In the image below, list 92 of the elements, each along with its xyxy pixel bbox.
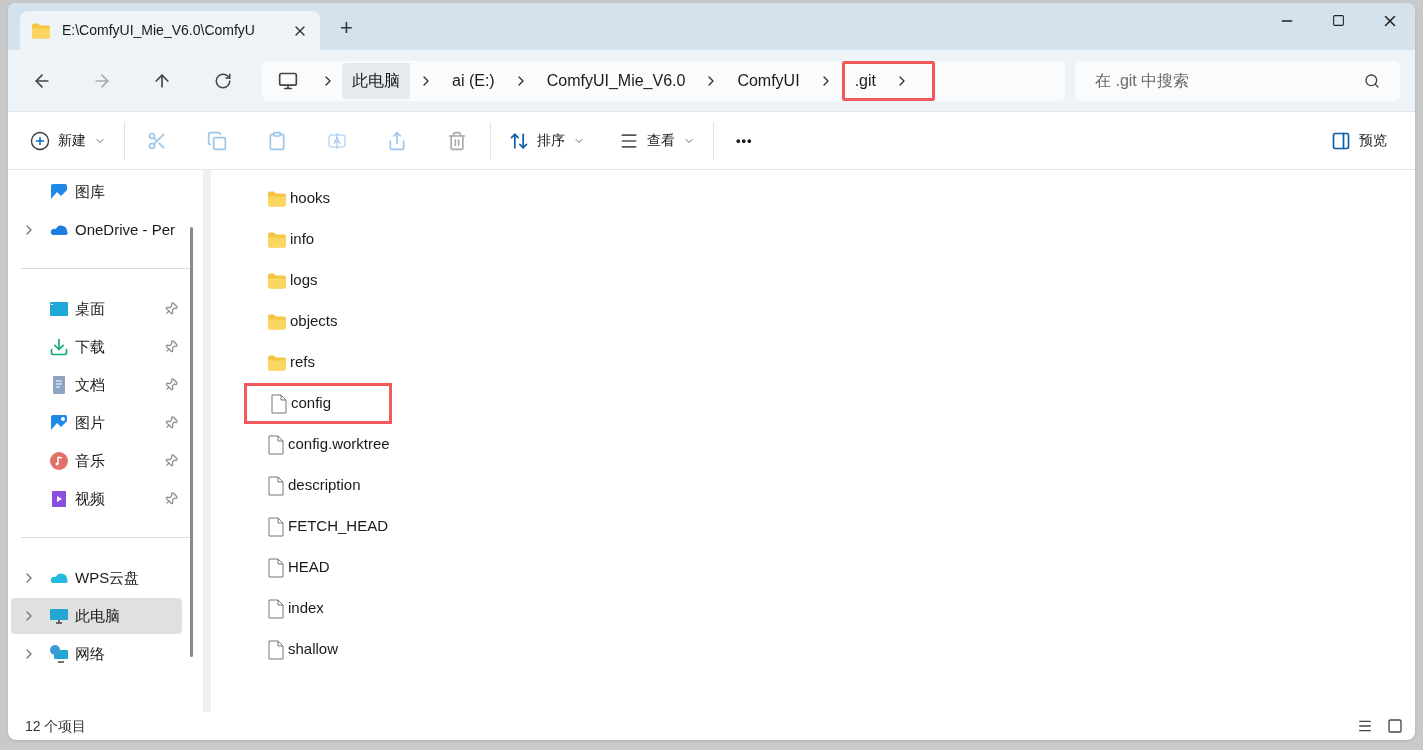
file-name: objects — [290, 311, 338, 332]
file-item[interactable]: shallow — [244, 629, 392, 670]
sidebar-item[interactable]: 下载 — [11, 329, 182, 365]
refresh-icon[interactable] — [214, 71, 232, 90]
file-name: HEAD — [288, 557, 330, 578]
file-icon — [271, 393, 287, 414]
folder-icon — [268, 313, 286, 330]
sidebar-label: 文档 — [75, 374, 106, 395]
monitor-icon — [49, 606, 69, 626]
sidebar-label: 图片 — [75, 412, 106, 433]
file-item[interactable]: index — [244, 588, 392, 629]
file-item[interactable]: HEAD — [244, 547, 392, 588]
sidebar-item[interactable]: 图片 — [11, 405, 182, 441]
file-item[interactable]: FETCH_HEAD — [244, 506, 392, 547]
music-icon — [49, 451, 69, 471]
search-placeholder: 在 .git 中搜索 — [1095, 70, 1191, 91]
desktop-icon — [49, 299, 69, 319]
breadcrumb[interactable]: .git — [844, 62, 886, 99]
sidebar-label: 下载 — [75, 336, 106, 357]
file-name: description — [288, 475, 361, 496]
sidebar-item[interactable]: 桌面 — [11, 291, 182, 327]
file-item[interactable]: refs — [244, 342, 392, 383]
file-name: shallow — [288, 639, 339, 660]
maximize-icon[interactable] — [1332, 14, 1345, 27]
folder-icon — [268, 190, 286, 207]
file-icon — [268, 598, 284, 619]
sidebar-label: 视频 — [75, 488, 106, 509]
sidebar-label: 图库 — [75, 181, 106, 202]
sidebar-label: 桌面 — [75, 298, 106, 319]
file-item[interactable]: config — [244, 383, 392, 424]
folder-icon — [32, 22, 50, 39]
network-icon — [49, 644, 69, 664]
sidebar-label: WPS云盘 — [75, 567, 141, 588]
sidebar-item[interactable]: 网络 — [11, 636, 182, 672]
search-field[interactable]: 在 .git 中搜索 — [1075, 60, 1400, 101]
breadcrumb[interactable]: ComfyUI_Mie_V6.0 — [536, 62, 696, 99]
sidebar-item[interactable]: 此电脑 — [11, 598, 182, 634]
sidebar-item[interactable]: OneDrive - Per — [11, 212, 182, 248]
preview-pane-icon — [1331, 130, 1351, 151]
file-item[interactable]: config.worktree — [244, 424, 392, 465]
tiles-view-icon[interactable] — [1387, 718, 1403, 734]
sidebar-item[interactable]: 文档 — [11, 367, 182, 403]
file-icon — [268, 475, 284, 496]
file-name: config.worktree — [288, 434, 390, 455]
breadcrumb[interactable]: 此电脑 — [342, 62, 410, 99]
sidebar-label: 此电脑 — [75, 605, 121, 626]
sidebar-item[interactable]: 图库 — [11, 174, 182, 210]
sidebar-label: OneDrive - Per — [75, 219, 177, 240]
file-icon — [268, 557, 284, 578]
file-name: refs — [290, 352, 315, 373]
file-icon — [268, 639, 284, 660]
details-view-icon[interactable] — [1357, 718, 1373, 734]
new-button[interactable]: 新建 — [30, 130, 106, 151]
file-name: config — [291, 393, 332, 414]
file-icon — [268, 516, 284, 537]
file-item[interactable]: description — [244, 465, 392, 506]
address-bar[interactable]: 此电脑 ai (E:) ComfyUI_Mie_V6.0 ComfyUI .git — [262, 60, 1065, 101]
sidebar-label: 音乐 — [75, 450, 106, 471]
computer-icon — [278, 70, 298, 91]
file-item[interactable]: hooks — [244, 178, 392, 219]
file-name: FETCH_HEAD — [288, 516, 388, 537]
folder-icon — [268, 231, 286, 248]
delete-icon[interactable] — [447, 130, 467, 151]
file-item[interactable]: info — [244, 219, 392, 260]
search-icon — [1364, 72, 1380, 89]
more-button[interactable]: ••• — [736, 130, 753, 151]
file-name: hooks — [290, 188, 331, 209]
sidebar-label: 网络 — [75, 643, 106, 664]
sidebar-item[interactable]: WPS云盘 — [11, 560, 182, 596]
folder-icon — [268, 354, 286, 371]
scrollbar[interactable] — [190, 227, 193, 657]
breadcrumb[interactable]: ComfyUI — [727, 62, 810, 99]
file-name: logs — [290, 270, 318, 291]
video-icon — [49, 489, 69, 509]
view-button[interactable]: 查看 — [619, 130, 695, 151]
download-icon — [49, 337, 69, 357]
tab[interactable]: E:\ComfyUI_Mie_V6.0\ComfyU — [20, 11, 320, 50]
file-item[interactable]: objects — [244, 301, 392, 342]
file-name: info — [290, 229, 315, 250]
breadcrumb[interactable]: ai (E:) — [442, 62, 505, 99]
folder-icon — [268, 272, 286, 289]
sort-button[interactable]: 排序 — [509, 130, 585, 151]
file-item[interactable]: logs — [244, 260, 392, 301]
file-name: index — [288, 598, 324, 619]
file-icon — [268, 434, 284, 455]
sidebar-item[interactable]: 视频 — [11, 481, 182, 517]
tab-title: E:\ComfyUI_Mie_V6.0\ComfyU — [62, 21, 256, 40]
item-count: 12 个项目 — [25, 716, 88, 736]
plus-circle-icon — [30, 130, 50, 151]
preview-button[interactable]: 预览 — [1331, 130, 1387, 151]
new-tab-button[interactable]: + — [340, 11, 353, 44]
sidebar-item[interactable]: 音乐 — [11, 443, 182, 479]
